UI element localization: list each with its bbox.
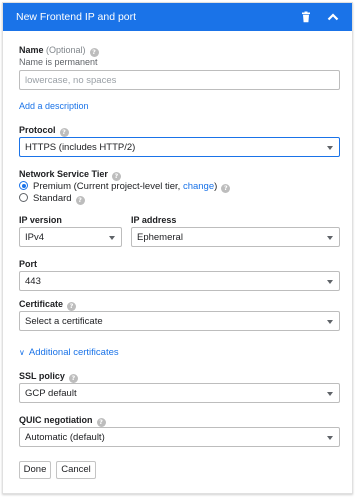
done-button[interactable]: Done bbox=[19, 461, 51, 479]
radio-standard[interactable]: Standard? bbox=[19, 193, 85, 205]
ip-address-value: Ephemeral bbox=[137, 232, 183, 243]
name-label: Name (Optional)? bbox=[19, 45, 99, 57]
port-select[interactable]: 443 bbox=[19, 271, 340, 291]
certificate-label: Certificate? bbox=[19, 299, 77, 311]
cancel-button[interactable]: Cancel bbox=[56, 461, 96, 479]
help-icon[interactable]: ? bbox=[96, 418, 106, 427]
quic-label: QUIC negotiation? bbox=[19, 415, 106, 427]
radio-button[interactable] bbox=[19, 181, 28, 190]
chevron-down-icon bbox=[327, 146, 333, 150]
name-hint: Name is permanent bbox=[19, 57, 98, 67]
frontend-config-panel: New Frontend IP and port Name (Optional)… bbox=[2, 2, 353, 494]
panel-header: New Frontend IP and port bbox=[3, 3, 352, 31]
protocol-label: Protocol? bbox=[19, 125, 69, 137]
certificate-value: Select a certificate bbox=[25, 316, 103, 327]
chevron-down-icon bbox=[327, 436, 333, 440]
quic-select[interactable]: Automatic (default) bbox=[19, 427, 340, 447]
protocol-select[interactable]: HTTPS (includes HTTP/2) bbox=[19, 137, 340, 157]
chevron-up-icon[interactable] bbox=[326, 10, 340, 24]
help-icon[interactable]: ? bbox=[89, 48, 99, 57]
panel-title: New Frontend IP and port bbox=[16, 11, 137, 23]
change-link[interactable]: change bbox=[183, 181, 214, 192]
port-value: 443 bbox=[25, 276, 41, 287]
expand-chevron-icon: ∨ bbox=[19, 348, 25, 357]
ssl-policy-label: SSL policy? bbox=[19, 371, 78, 383]
network-tier-label: Network Service Tier? bbox=[19, 169, 121, 181]
ip-version-label: IP version bbox=[19, 215, 62, 225]
ip-version-value: IPv4 bbox=[25, 232, 45, 243]
help-icon[interactable]: ? bbox=[68, 374, 78, 383]
chevron-down-icon bbox=[327, 280, 333, 284]
help-icon[interactable]: ? bbox=[111, 172, 121, 181]
optional-label: (Optional) bbox=[46, 45, 86, 55]
add-description-link[interactable]: Add a description bbox=[19, 101, 89, 111]
certificate-select[interactable]: Select a certificate bbox=[19, 311, 340, 331]
quic-value: Automatic (default) bbox=[25, 432, 105, 443]
help-icon[interactable]: ? bbox=[67, 302, 77, 311]
chevron-down-icon bbox=[327, 392, 333, 396]
ip-address-select[interactable]: Ephemeral bbox=[131, 227, 340, 247]
chevron-down-icon bbox=[327, 320, 333, 324]
name-input[interactable]: lowercase, no spaces bbox=[19, 70, 340, 90]
protocol-value: HTTPS (includes HTTP/2) bbox=[25, 142, 136, 153]
help-icon[interactable]: ? bbox=[221, 184, 231, 193]
chevron-down-icon bbox=[327, 236, 333, 240]
ssl-policy-select[interactable]: GCP default bbox=[19, 383, 340, 403]
ip-address-label: IP address bbox=[131, 215, 177, 225]
help-icon[interactable]: ? bbox=[59, 128, 69, 137]
help-icon[interactable]: ? bbox=[75, 196, 85, 205]
ssl-policy-value: GCP default bbox=[25, 388, 77, 399]
radio-premium[interactable]: Premium (Current project-level tier, cha… bbox=[19, 181, 231, 193]
ip-version-select[interactable]: IPv4 bbox=[19, 227, 122, 247]
port-label: Port bbox=[19, 259, 37, 269]
radio-button[interactable] bbox=[19, 193, 28, 202]
name-placeholder: lowercase, no spaces bbox=[25, 75, 117, 86]
chevron-down-icon bbox=[109, 236, 115, 240]
additional-certificates-link[interactable]: ∨ Additional certificates bbox=[19, 347, 119, 358]
trash-icon[interactable] bbox=[299, 10, 313, 24]
